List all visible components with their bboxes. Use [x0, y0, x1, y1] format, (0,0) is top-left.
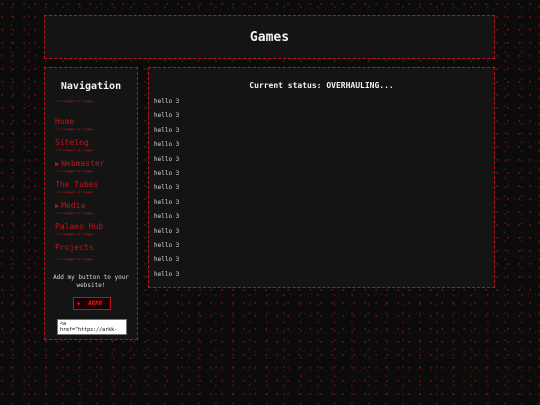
nav-link-home[interactable]: Home	[55, 117, 74, 126]
content-list: hello 3 hello 3 hello 3 hello 3 hello 3 …	[154, 97, 179, 284]
list-item: hello 3	[154, 169, 180, 177]
divider-3: ·•·~∗✣∗~·•·~∗✣∗	[55, 149, 93, 154]
list-item: hello 3	[154, 213, 180, 221]
list-item: hello 3	[154, 112, 180, 120]
nav-link-sitelog[interactable]: Sitelog	[55, 138, 89, 147]
navigation-sidebar: Navigation ·•·~∗✣∗~·•·~∗✣∗ Home ·•·~∗✣∗~…	[44, 67, 138, 340]
list-item: hello 3	[154, 256, 180, 264]
expand-arrow-icon: ▶	[55, 160, 60, 168]
nav-link-media[interactable]: ▶ Media	[55, 201, 85, 211]
divider-1: ·•·~∗✣∗~·•·~∗✣∗	[55, 100, 93, 105]
nav-link-label: Home	[55, 117, 75, 126]
nav-link-palaeo-hub[interactable]: Palaeo Hub	[55, 222, 103, 231]
nav-link-label: Projects	[55, 243, 94, 252]
nav-link-webmaster[interactable]: ▶ Webmaster	[55, 159, 105, 169]
divider-6: ·•·~∗✣∗~·•·~∗✣∗	[55, 212, 93, 217]
nav-link-label: Media	[61, 201, 86, 210]
divider-2: ·•·~∗✣∗~·•·~∗✣∗	[55, 128, 93, 133]
list-item: hello 3	[154, 270, 180, 278]
embed-code-textbox[interactable]: <a href="https://arkk-	[57, 319, 127, 335]
divider-8: ·•·~∗✣∗~·•·~∗✣∗	[55, 258, 93, 263]
main-content-panel: Current status: OVERHAULING... hello 3 h…	[148, 67, 495, 288]
nav-link-projects[interactable]: Projects	[55, 243, 94, 252]
list-item: hello 3	[154, 126, 180, 134]
button-promo-text: Add my button to your website!	[53, 274, 129, 289]
divider-5: ·•·~∗✣∗~·•·~∗✣∗	[55, 191, 93, 196]
divider-7: ·•·~∗✣∗~·•·~∗✣∗	[55, 233, 93, 238]
list-item: hello 3	[154, 141, 180, 149]
maple-leaf-icon: ✦	[76, 299, 82, 309]
navigation-title: Navigation	[60, 81, 122, 92]
list-item: hello 3	[154, 227, 180, 235]
header-panel: Games	[44, 15, 495, 59]
list-item: hello 3	[154, 184, 180, 192]
expand-arrow-icon: ▶	[55, 202, 60, 210]
list-item: hello 3	[154, 155, 180, 163]
list-item: hello 3	[154, 198, 180, 206]
nav-link-label: Sitelog	[55, 138, 89, 147]
nav-link-label: Webmaster	[61, 159, 105, 168]
site-button-badge[interactable]: ✦ ARKK	[73, 297, 111, 310]
nav-link-label: The Tubes	[55, 180, 99, 189]
page-title: Games	[249, 30, 290, 45]
list-item: hello 3	[154, 241, 180, 249]
divider-4: ·•·~∗✣∗~·•·~∗✣∗	[55, 170, 93, 175]
status-text: Current status: OVERHAULING...	[249, 81, 394, 90]
nav-link-label: Palaeo Hub	[55, 222, 104, 231]
list-item: hello 3	[154, 98, 180, 105]
badge-label: ARKK	[88, 300, 103, 307]
nav-link-the-tubes[interactable]: The Tubes	[55, 180, 98, 189]
